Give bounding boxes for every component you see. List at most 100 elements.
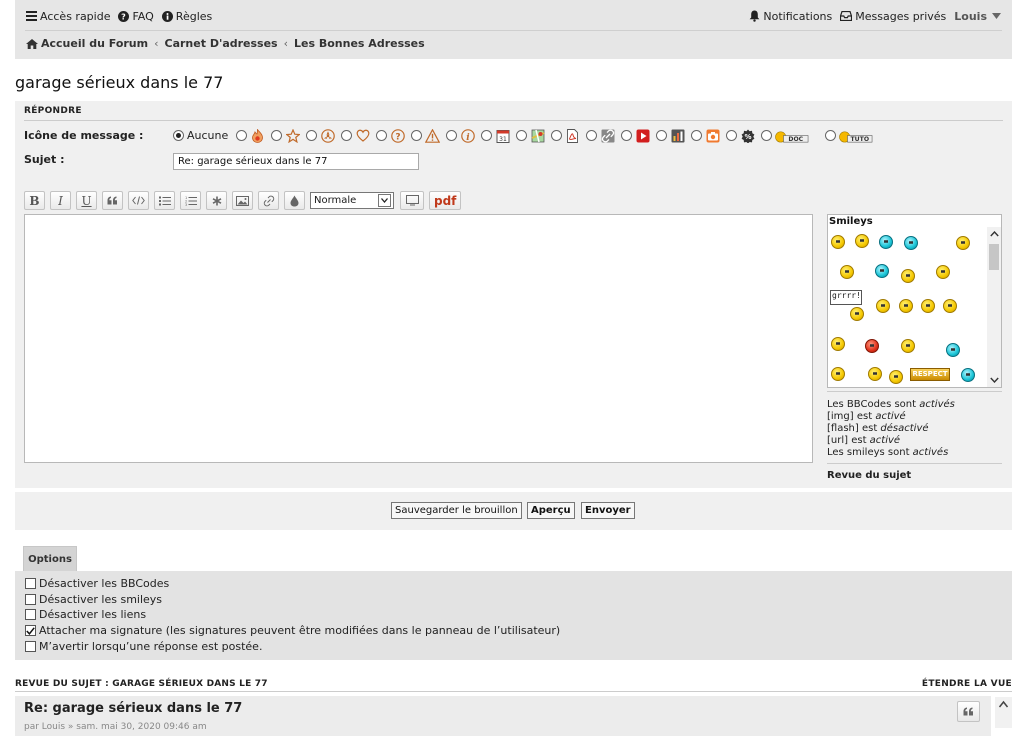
code-icon bbox=[132, 196, 145, 205]
icon-radio-star[interactable] bbox=[271, 130, 283, 141]
smiley-panel: Smileys grrrr! RESPECT bbox=[827, 214, 1002, 388]
preview-button[interactable]: Aperçu bbox=[527, 502, 575, 519]
quote-post-button[interactable] bbox=[957, 701, 980, 722]
caret-down-icon bbox=[992, 13, 1001, 19]
smiley-bunny[interactable] bbox=[901, 269, 915, 283]
image-button[interactable] bbox=[232, 191, 253, 210]
bar-chart-icon bbox=[670, 129, 685, 143]
smiley-angel-wings[interactable] bbox=[936, 265, 950, 279]
smiley-glasses[interactable] bbox=[943, 299, 957, 313]
smiley-angry-red[interactable] bbox=[865, 339, 879, 353]
icon-radio-radioactive[interactable] bbox=[306, 130, 318, 141]
icon-radio-video[interactable] bbox=[621, 130, 633, 141]
subject-input[interactable]: Re: garage sérieux dans le 77 bbox=[173, 153, 419, 170]
smiley-scroll-thumb[interactable] bbox=[989, 244, 999, 270]
underline-button[interactable]: U bbox=[76, 191, 97, 210]
icon-radio-camera[interactable] bbox=[691, 130, 703, 141]
option-disable-links[interactable]: Désactiver les liens bbox=[25, 608, 146, 621]
smiley-grrr-sign[interactable]: grrrr! bbox=[830, 290, 862, 305]
options-panel: Désactiver les BBCodes Désactiver les sm… bbox=[15, 571, 1012, 660]
icon-radio-question[interactable] bbox=[376, 130, 388, 141]
icon-radio-heart[interactable] bbox=[341, 130, 353, 141]
font-size-value: Normale bbox=[314, 195, 357, 206]
checkbox[interactable] bbox=[25, 641, 36, 652]
smiley-blue-tongue[interactable] bbox=[961, 368, 975, 382]
review-scrollbar[interactable] bbox=[995, 697, 1012, 728]
pdf-button[interactable]: pdf bbox=[429, 191, 462, 210]
smiley-dumbbell[interactable] bbox=[831, 367, 845, 381]
breadcrumb-address-book[interactable]: Carnet D'adresses bbox=[165, 37, 278, 50]
scroll-down-arrow[interactable] bbox=[989, 375, 999, 385]
private-messages-link[interactable]: Messages privés bbox=[840, 10, 946, 23]
scroll-up-arrow[interactable] bbox=[989, 229, 999, 239]
checkbox[interactable] bbox=[25, 594, 36, 605]
user-menu[interactable]: Louis bbox=[954, 10, 1004, 23]
smiley-red-card[interactable] bbox=[901, 339, 915, 353]
option-notify-reply[interactable]: M’avertir lorsqu’une réponse est postée. bbox=[25, 640, 262, 653]
smiley-rolling-eyes[interactable] bbox=[876, 299, 890, 313]
icon-radio-map[interactable] bbox=[516, 130, 528, 141]
smiley-dots[interactable] bbox=[840, 265, 854, 279]
smiley-sign-holder[interactable] bbox=[850, 307, 864, 321]
breadcrumb: Accueil du Forum ‹ Carnet D'adresses ‹ L… bbox=[26, 37, 425, 50]
bold-button[interactable]: B bbox=[24, 191, 45, 210]
icon-radio-warning[interactable] bbox=[411, 130, 423, 141]
smiley-eating[interactable] bbox=[921, 299, 935, 313]
submit-button[interactable]: Envoyer bbox=[581, 502, 635, 519]
checkbox[interactable] bbox=[25, 578, 36, 589]
smiley-small[interactable] bbox=[889, 370, 903, 384]
smiley-blue-smile[interactable] bbox=[879, 235, 893, 249]
smiley-blue-happy[interactable] bbox=[875, 264, 889, 278]
breadcrumb-home[interactable]: Accueil du Forum bbox=[41, 37, 148, 50]
notifications-label: Notifications bbox=[763, 9, 833, 23]
icon-radio-info[interactable] bbox=[446, 130, 458, 141]
message-textarea[interactable] bbox=[24, 214, 813, 463]
icon-radio-none[interactable] bbox=[173, 130, 184, 141]
tab-options[interactable]: Options bbox=[23, 546, 77, 571]
smiley-confused[interactable] bbox=[899, 299, 913, 313]
doc-badge-icon: DOC bbox=[775, 129, 809, 143]
smiley-whistle[interactable] bbox=[831, 337, 845, 351]
icon-radio-link[interactable] bbox=[586, 130, 598, 141]
numbered-list-button[interactable]: 123 bbox=[180, 191, 201, 210]
smiley-wink[interactable] bbox=[868, 367, 882, 381]
topic-review-link[interactable]: Revue du sujet bbox=[827, 470, 911, 481]
smiley-grin[interactable] bbox=[831, 235, 845, 249]
checkbox[interactable] bbox=[25, 609, 36, 620]
page-title[interactable]: garage sérieux dans le 77 bbox=[15, 73, 223, 92]
icon-radio-calendar[interactable] bbox=[481, 130, 493, 141]
code-button[interactable] bbox=[128, 191, 149, 210]
quick-access-menu[interactable]: Accès rapide bbox=[26, 10, 110, 23]
icon-radio-tuto[interactable] bbox=[825, 130, 837, 141]
url-button[interactable] bbox=[258, 191, 279, 210]
icon-radio-fire[interactable] bbox=[236, 130, 248, 141]
bullet-list-button[interactable] bbox=[154, 191, 175, 210]
post-title[interactable]: Re: garage sérieux dans le 77 bbox=[24, 701, 242, 716]
checkbox-checked[interactable] bbox=[25, 625, 36, 636]
quote-button[interactable] bbox=[102, 191, 123, 210]
color-button[interactable] bbox=[284, 191, 305, 210]
smiley-respect-banner[interactable]: RESPECT bbox=[910, 368, 950, 381]
list-item-button[interactable] bbox=[206, 191, 227, 210]
option-disable-smileys[interactable]: Désactiver les smileys bbox=[25, 593, 162, 606]
smiley-smoking[interactable] bbox=[946, 343, 960, 357]
option-attach-signature[interactable]: Attacher ma signature (les signatures pe… bbox=[25, 624, 560, 637]
notifications-link[interactable]: Notifications bbox=[749, 10, 832, 23]
preview-toggle-button[interactable] bbox=[400, 191, 424, 210]
expand-view-link[interactable]: ÉTENDRE LA VUE bbox=[922, 679, 1012, 689]
smiley-flying[interactable] bbox=[956, 236, 970, 250]
rules-link[interactable]: Règles bbox=[161, 10, 212, 23]
icon-radio-doc[interactable] bbox=[761, 130, 773, 141]
topic-review-header: REVUE DU SUJET : GARAGE SÉRIEUX DANS LE … bbox=[15, 679, 268, 689]
icon-radio-chart[interactable] bbox=[656, 130, 668, 141]
smiley-blue-plus[interactable] bbox=[904, 236, 918, 250]
icon-radio-pdf[interactable] bbox=[551, 130, 563, 141]
smiley-rock-hand[interactable] bbox=[855, 234, 869, 248]
breadcrumb-good-addresses[interactable]: Les Bonnes Adresses bbox=[294, 37, 425, 50]
italic-button[interactable]: I bbox=[50, 191, 71, 210]
faq-link[interactable]: ? FAQ bbox=[118, 10, 154, 23]
option-disable-bbcode[interactable]: Désactiver les BBCodes bbox=[25, 577, 169, 590]
save-draft-button[interactable]: Sauvegarder le brouillon bbox=[391, 502, 522, 519]
font-size-select[interactable]: Normale bbox=[310, 192, 394, 209]
icon-radio-percent[interactable] bbox=[726, 130, 738, 141]
